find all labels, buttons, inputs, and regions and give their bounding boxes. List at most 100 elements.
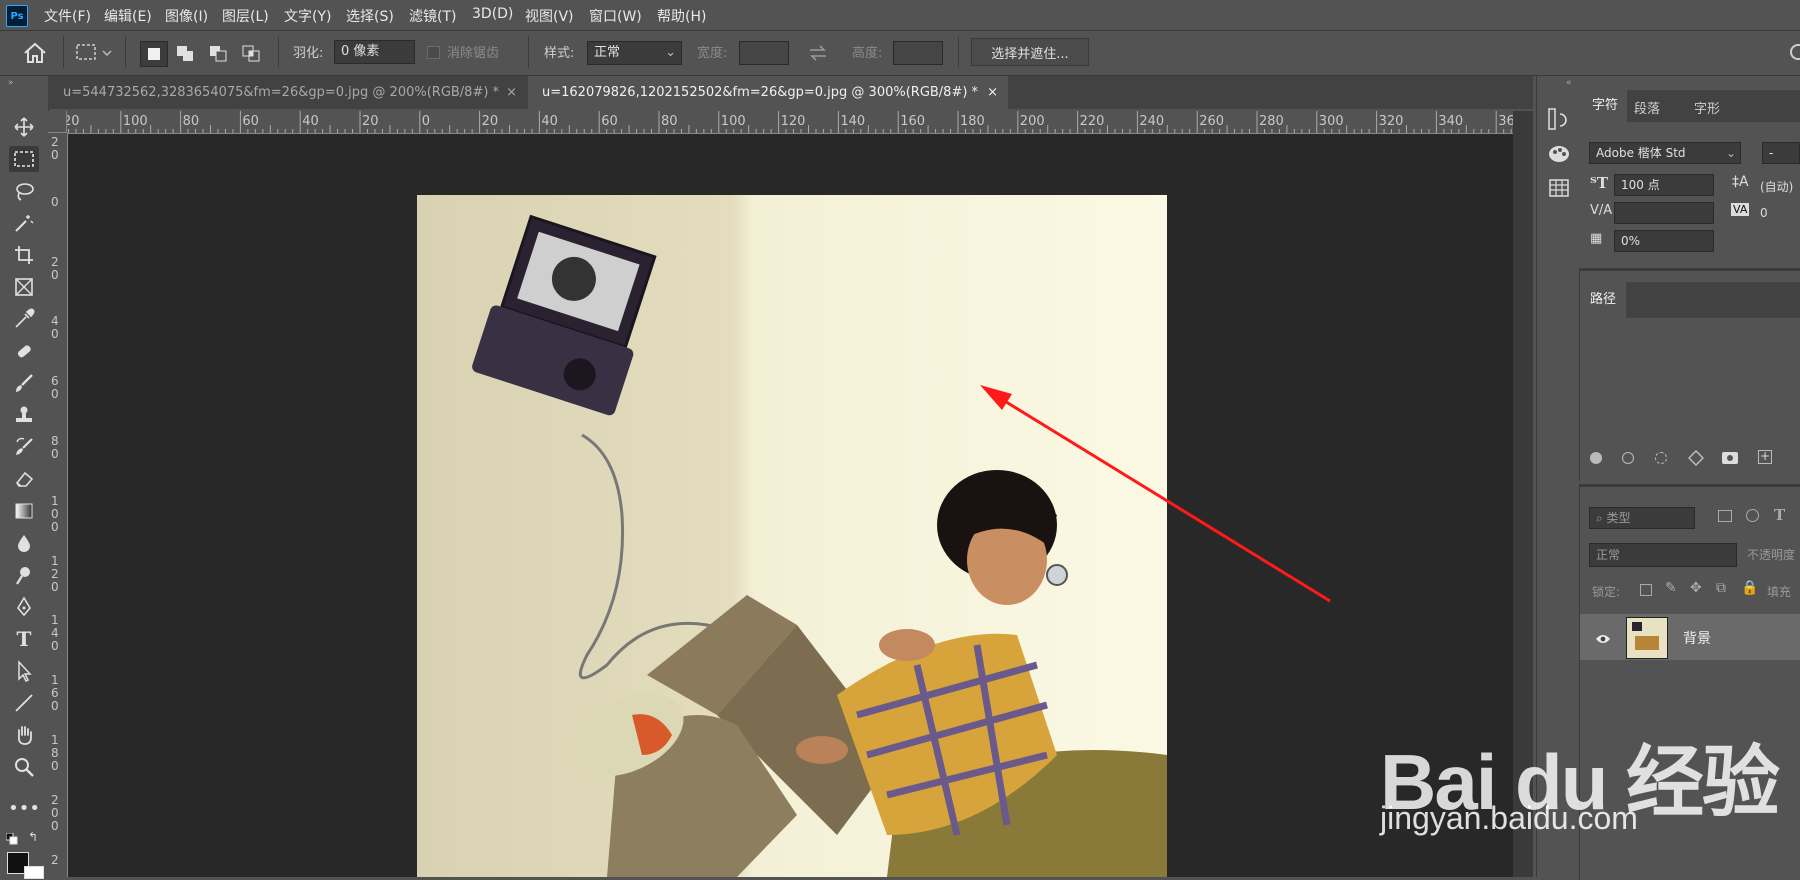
horizontal-ruler[interactable]: 2010080604020020406080100120140160180200… [67, 111, 1517, 134]
menu-edit[interactable]: 编辑(E) [104, 6, 152, 26]
menu-help[interactable]: 帮助(H) [657, 6, 706, 26]
lock-transparent-icon[interactable] [1640, 584, 1652, 596]
marquee-preset-icon[interactable] [74, 42, 114, 64]
close-icon[interactable]: × [987, 76, 998, 109]
make-work-path-icon[interactable] [1687, 449, 1705, 467]
width-input[interactable] [739, 41, 789, 65]
layer-filter-label: 类型 [1606, 511, 1631, 525]
healing-brush-tool-icon[interactable] [9, 338, 39, 364]
filter-adjustment-layer-icon[interactable] [1746, 509, 1759, 522]
lock-artboard-icon[interactable]: ⧉ [1716, 580, 1726, 596]
new-selection-icon[interactable] [140, 41, 168, 67]
tab-title: u=544732562,3283654075&fm=26&gp=0.jpg @ … [63, 85, 500, 100]
fill-path-icon[interactable] [1590, 452, 1602, 464]
select-and-mask-button[interactable]: 选择并遮住... [971, 38, 1089, 66]
menu-layer[interactable]: 图层(L) [222, 6, 269, 26]
style-select-value: 正常 [594, 45, 621, 60]
swap-width-height-icon[interactable] [806, 43, 830, 63]
blend-mode-select[interactable]: 正常 [1589, 543, 1737, 567]
font-style-select[interactable]: - [1762, 142, 1800, 164]
color-panel-icon[interactable] [1546, 140, 1572, 166]
collapse-toolbar-icon[interactable]: » [8, 78, 14, 88]
default-colors-icon[interactable] [5, 830, 18, 845]
menu-window[interactable]: 窗口(W) [589, 6, 642, 26]
background-color-swatch[interactable] [24, 866, 44, 879]
add-mask-icon[interactable] [1722, 452, 1738, 464]
lock-pixels-icon[interactable]: ✎ [1665, 580, 1677, 596]
move-tool-icon[interactable] [9, 114, 39, 140]
load-selection-icon[interactable] [1655, 452, 1667, 464]
height-input[interactable] [893, 41, 943, 65]
line-tool-icon[interactable] [9, 690, 39, 716]
tab-paths[interactable]: 路径 [1580, 282, 1626, 318]
zoom-tool-icon[interactable] [9, 754, 39, 780]
menu-file[interactable]: 文件(F) [44, 6, 91, 26]
close-icon[interactable]: × [506, 76, 517, 109]
rectangular-marquee-tool-icon[interactable] [9, 146, 39, 172]
ruler-tick-label: 100 [720, 114, 746, 129]
dodge-tool-icon[interactable] [9, 562, 39, 588]
search-icon[interactable] [1790, 44, 1800, 60]
hand-tool-icon[interactable] [9, 722, 39, 748]
antialias-checkbox[interactable] [427, 46, 440, 59]
kerning-input[interactable] [1614, 202, 1714, 224]
crop-tool-icon[interactable] [9, 242, 39, 268]
eraser-tool-icon[interactable] [9, 466, 39, 492]
tab-paragraph[interactable]: 段落 [1634, 98, 1660, 117]
new-path-icon[interactable]: + [1758, 450, 1772, 464]
ruler-tick-label: 60 [601, 114, 618, 129]
collapse-panels-icon[interactable]: « [1566, 78, 1572, 88]
filter-pixel-layer-icon[interactable] [1718, 510, 1732, 522]
add-to-selection-icon[interactable] [173, 42, 199, 64]
menu-select[interactable]: 选择(S) [346, 6, 394, 26]
separator [528, 36, 529, 68]
vertical-ruler[interactable]: 20 0 20 40 60 80 100 120 140 160 180 200 2 [48, 133, 68, 877]
eyedropper-tool-icon[interactable] [9, 306, 39, 332]
menu-filter[interactable]: 滤镜(T) [409, 6, 456, 26]
scale-input[interactable]: 0% [1614, 230, 1714, 252]
stroke-path-icon[interactable] [1622, 452, 1634, 464]
leading-value[interactable]: (自动) [1760, 178, 1793, 195]
subtract-from-selection-icon[interactable] [206, 42, 232, 64]
swap-colors-icon[interactable]: ↰ [28, 830, 38, 844]
frame-tool-icon[interactable] [9, 274, 39, 300]
home-icon[interactable] [20, 40, 50, 66]
filter-type-layer-icon[interactable]: T [1774, 506, 1785, 524]
eye-icon[interactable] [1595, 630, 1611, 643]
clone-stamp-tool-icon[interactable] [9, 402, 39, 428]
menu-view[interactable]: 视图(V) [525, 6, 574, 26]
table-panel-icon[interactable] [1546, 175, 1572, 201]
lock-all-icon[interactable]: 🔒 [1741, 580, 1758, 596]
style-select[interactable]: 正常 ⌄ [587, 41, 682, 65]
lock-position-icon[interactable]: ✥ [1690, 580, 1702, 596]
ruler-origin[interactable] [48, 111, 67, 133]
gradient-tool-icon[interactable] [9, 498, 39, 524]
tracking-value[interactable]: 0 [1760, 206, 1768, 220]
ruler-tick-label: 0 [421, 114, 431, 129]
tracking-icon: VA [1731, 203, 1750, 216]
layer-filter-select[interactable]: ⌕ 类型 [1589, 507, 1695, 529]
type-tool-icon[interactable]: T [9, 626, 39, 652]
font-family-select[interactable]: Adobe 楷体 Std ⌄ [1589, 142, 1741, 164]
feather-input[interactable]: 0 像素 [334, 40, 415, 64]
pen-tool-icon[interactable] [9, 594, 39, 620]
history-brush-tool-icon[interactable] [9, 434, 39, 460]
font-size-input[interactable]: 100 点 [1614, 174, 1714, 196]
brush-tool-icon[interactable] [9, 370, 39, 396]
menu-type[interactable]: 文字(Y) [284, 6, 331, 26]
path-selection-tool-icon[interactable] [9, 658, 39, 684]
intersect-selection-icon[interactable] [239, 42, 265, 64]
blur-tool-icon[interactable] [9, 530, 39, 556]
tab-character[interactable]: 字符 [1583, 90, 1627, 122]
tab-document-1[interactable]: u=544732562,3283654075&fm=26&gp=0.jpg @ … [49, 76, 527, 109]
history-panel-icon[interactable] [1546, 106, 1572, 132]
lasso-tool-icon[interactable] [9, 178, 39, 204]
more-tools-icon[interactable]: ••• [8, 795, 40, 821]
magic-wand-tool-icon[interactable] [9, 210, 39, 236]
layer-thumbnail [1626, 617, 1668, 659]
menu-image[interactable]: 图像(I) [165, 6, 208, 26]
tab-glyphs[interactable]: 字形 [1694, 98, 1720, 117]
menu-3d[interactable]: 3D(D) [472, 6, 513, 22]
layer-name[interactable]: 背景 [1683, 628, 1711, 648]
tab-document-2[interactable]: u=162079826,1202152502&fm=26&gp=0.jpg @ … [528, 76, 1008, 109]
